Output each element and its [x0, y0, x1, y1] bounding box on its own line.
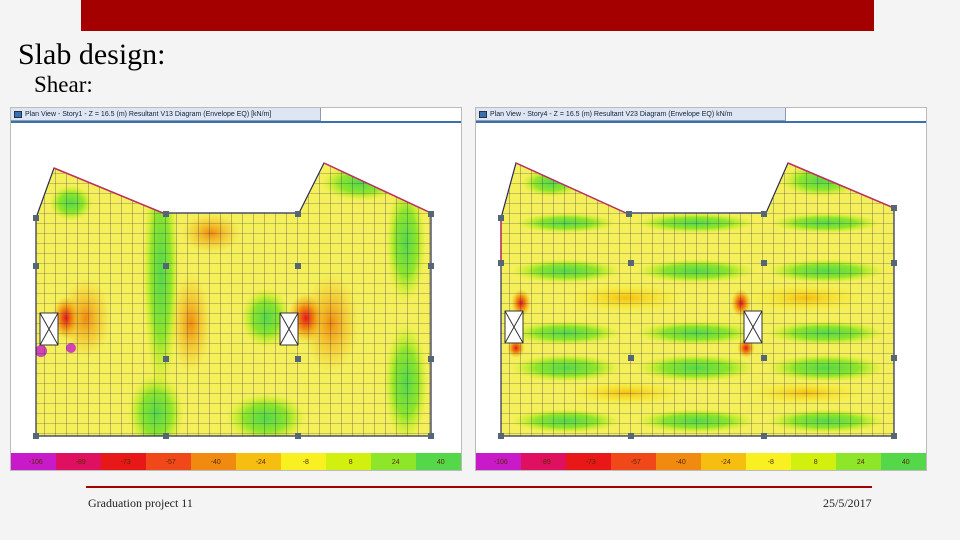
slide-subtitle: Shear: [34, 72, 93, 97]
legend-value: -106 [29, 459, 43, 466]
shear-contour-plot [498, 162, 897, 439]
legend-value: -89 [76, 459, 86, 466]
legend-value: -73 [121, 459, 131, 466]
color-legend: -106 -89 -73 -57 -40 -24 -8 8 24 40 [476, 453, 926, 470]
footer-project: Graduation project 11 [88, 496, 193, 510]
legend-value: -89 [541, 459, 551, 466]
plan-view-panel-v23: Plan View - Story4 - Z = 16.5 (m) Result… [475, 107, 927, 471]
stair-opening-2 [743, 310, 763, 344]
mesh-grid [36, 163, 431, 436]
legend-value: 24 [392, 459, 400, 466]
shear-contour-plot [33, 162, 434, 439]
legend-value: 40 [437, 459, 445, 466]
legend-value: 8 [349, 459, 353, 466]
window-tab[interactable]: Plan View - Story1 - Z = 16.5 (m) Result… [11, 108, 321, 121]
color-legend: -106 -89 -73 -57 -40 -24 -8 8 24 40 [11, 453, 461, 470]
stair-opening-2 [279, 312, 299, 346]
footer-date: 25/5/2017 [823, 496, 872, 510]
legend-value: 24 [857, 459, 865, 466]
legend-value: -57 [166, 459, 176, 466]
mesh-grid [501, 163, 894, 436]
window-title: Plan View - Story4 - Z = 16.5 (m) Result… [490, 111, 733, 118]
legend-value: -40 [211, 459, 221, 466]
legend-value: -8 [768, 459, 774, 466]
legend-value: -8 [303, 459, 309, 466]
slide-title: Slab design: [18, 38, 166, 71]
header-bar [81, 0, 874, 31]
stair-opening-1 [39, 312, 59, 346]
legend-value: -40 [676, 459, 686, 466]
stair-opening-1 [504, 310, 524, 344]
legend-value: -24 [256, 459, 266, 466]
footer-divider [86, 486, 872, 488]
window-tab[interactable]: Plan View - Story4 - Z = 16.5 (m) Result… [476, 108, 786, 121]
legend-value: 40 [902, 459, 910, 466]
legend-value: -73 [586, 459, 596, 466]
legend-value: -57 [631, 459, 641, 466]
plan-view-panel-v13: Plan View - Story1 - Z = 16.5 (m) Result… [10, 107, 462, 471]
legend-value: -24 [721, 459, 731, 466]
window-title: Plan View - Story1 - Z = 16.5 (m) Result… [25, 111, 272, 118]
legend-value: 8 [814, 459, 818, 466]
plan-view-icon [14, 111, 22, 118]
legend-value: -106 [494, 459, 508, 466]
plan-view-icon [479, 111, 487, 118]
